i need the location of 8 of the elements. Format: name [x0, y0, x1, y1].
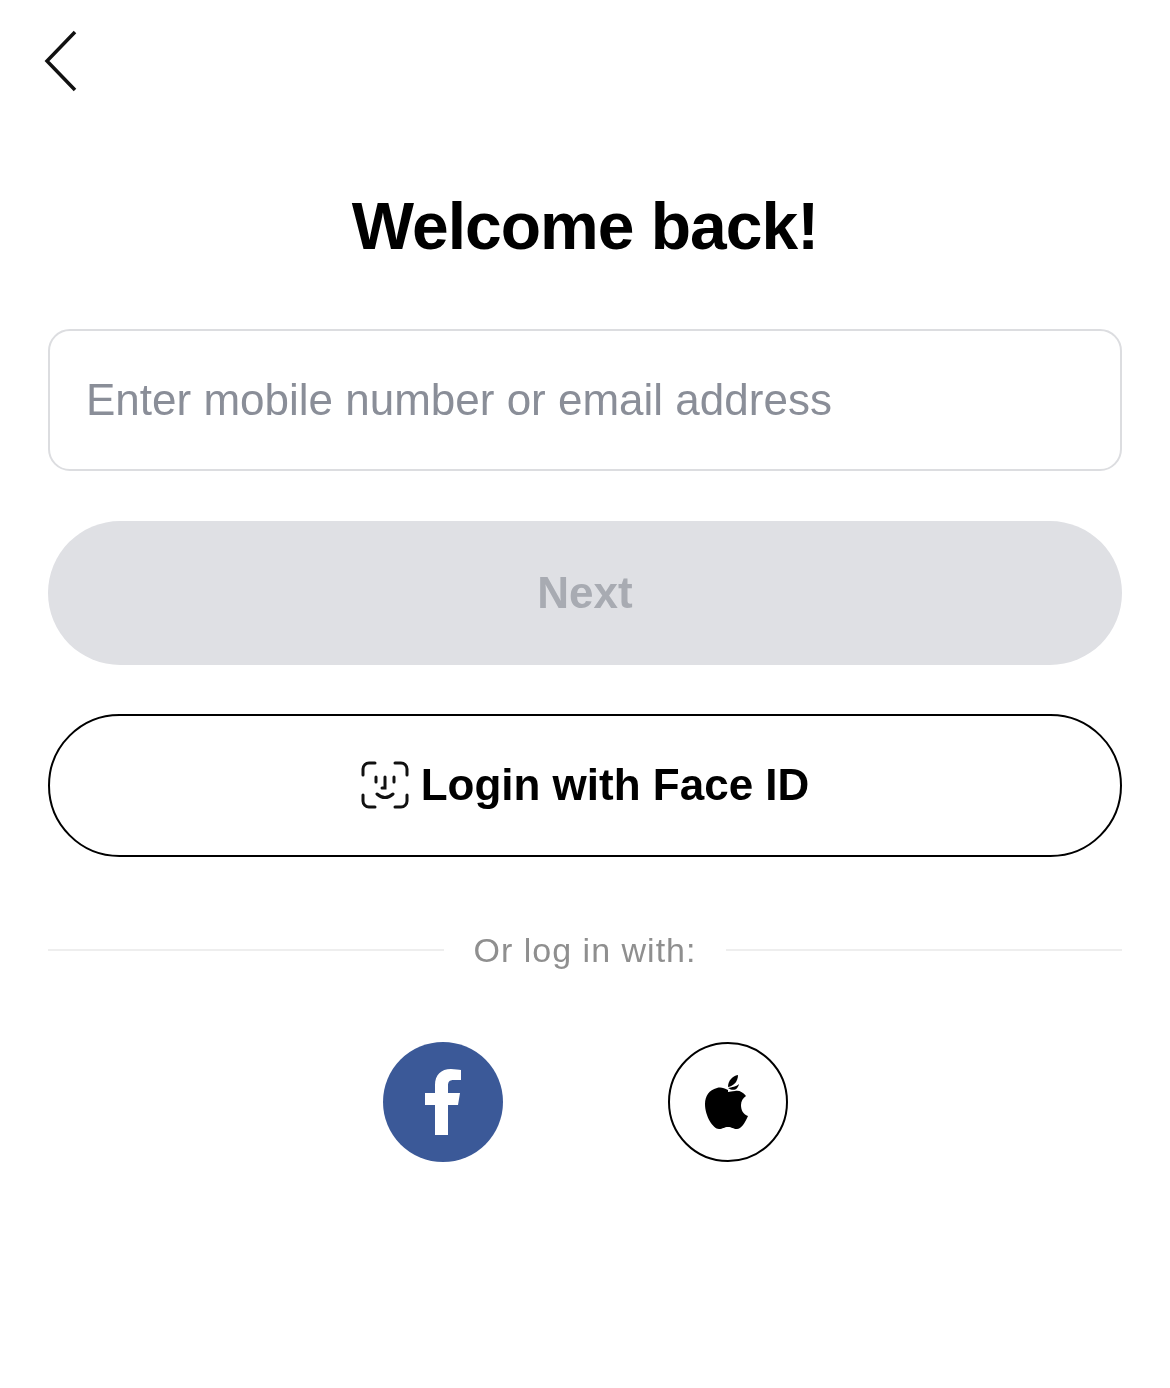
back-button[interactable] [44, 30, 78, 92]
page-title: Welcome back! [351, 189, 819, 263]
input-field[interactable]: Enter mobile number or email address [48, 328, 1122, 471]
facebook-icon [424, 1068, 461, 1135]
face-id-icon [360, 761, 409, 810]
face-id-button[interactable]: Login with Face ID [48, 713, 1122, 857]
back-icon [44, 30, 78, 92]
divider-text: Or log in with: [473, 929, 697, 971]
